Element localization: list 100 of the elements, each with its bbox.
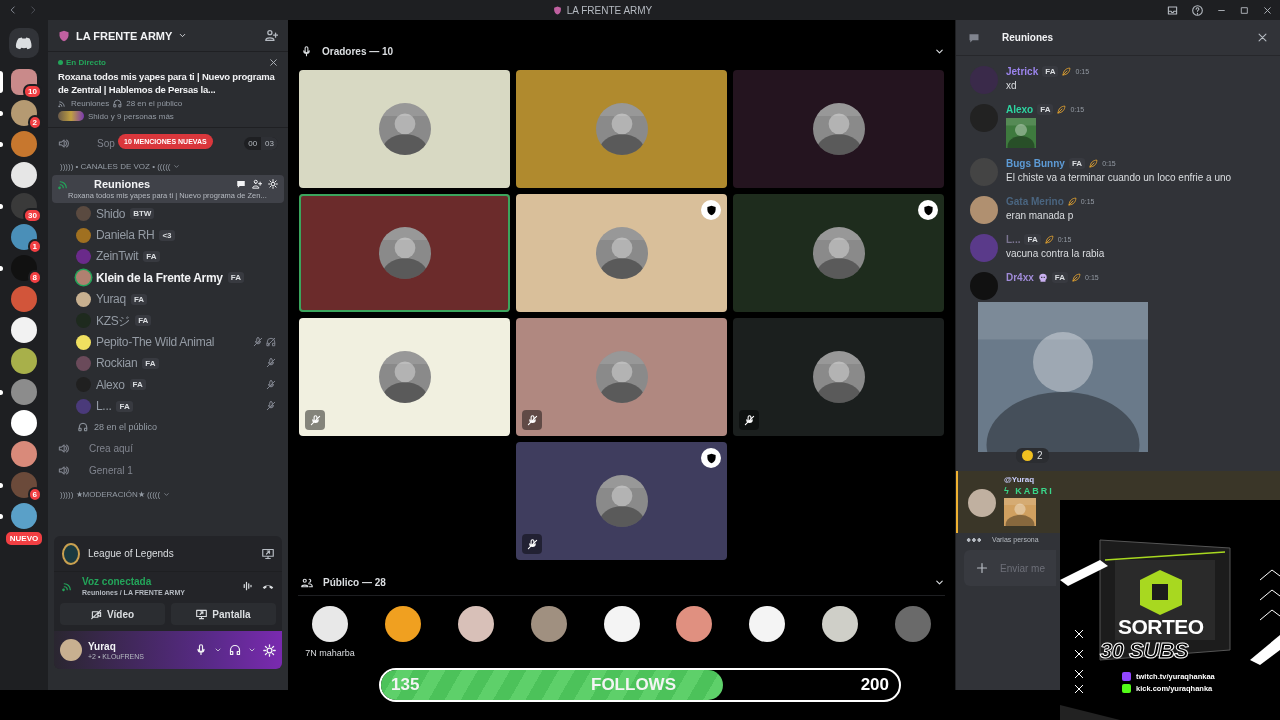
inbox-icon[interactable] — [1167, 4, 1178, 16]
server-icon[interactable] — [11, 348, 37, 374]
chevron-icon[interactable] — [214, 646, 222, 654]
speaker-tile[interactable] — [516, 318, 727, 436]
reaction-button[interactable]: 2 — [1016, 448, 1049, 463]
author-name[interactable]: ϟ KABRI — [1004, 486, 1054, 496]
member-name: Rockian — [96, 356, 138, 371]
speaker-tile[interactable] — [733, 70, 944, 188]
screen-button[interactable]: Pantalla — [171, 603, 276, 625]
avatar[interactable] — [968, 489, 996, 517]
member-row[interactable]: ZeinTwit FA — [48, 245, 288, 268]
settings-icon[interactable] — [263, 643, 276, 657]
member-row[interactable]: Rockian FA — [48, 352, 288, 375]
chevron-icon — [163, 490, 171, 498]
stage-icon — [58, 178, 70, 190]
member-tag: FA — [129, 379, 146, 391]
chevron-icon[interactable] — [934, 577, 945, 588]
avatar[interactable] — [457, 606, 494, 642]
member-row[interactable]: Klein de la Frente Army FA — [48, 267, 288, 289]
member-name: KZSジ — [96, 313, 131, 328]
avatar — [60, 639, 82, 661]
speaker-tile[interactable] — [733, 318, 944, 436]
user-limit: 00 03 — [244, 136, 278, 150]
typing-dots-icon — [966, 537, 982, 542]
member-tag: FA — [130, 293, 148, 305]
member-name: L... — [96, 399, 112, 414]
unread-badge: 30 — [23, 208, 42, 223]
member-row[interactable]: KZSジ FA — [48, 309, 288, 332]
channel-name: Reuniones — [1002, 32, 1054, 43]
user-name: Yuraq — [88, 640, 117, 652]
avatar[interactable] — [603, 606, 640, 642]
headset-icon[interactable] — [229, 644, 241, 656]
member-row[interactable]: Yuraq FA — [48, 288, 288, 310]
member-tag: FA — [142, 357, 159, 369]
voice-channel[interactable]: General 1 — [48, 459, 288, 482]
member-tag: FA — [1024, 234, 1041, 245]
member-row[interactable]: Pepito-The Wild Animal — [48, 331, 288, 353]
back-icon[interactable] — [8, 5, 18, 15]
close-icon[interactable] — [269, 58, 278, 67]
role-icon — [1044, 235, 1054, 244]
speaker-tile[interactable] — [299, 194, 510, 312]
server-icon[interactable] — [11, 472, 37, 498]
reply-mention[interactable]: @Yuraq — [1004, 475, 1054, 484]
server-icon[interactable] — [11, 193, 37, 219]
member-row[interactable]: L... FA — [48, 395, 288, 417]
avatar[interactable] — [676, 606, 713, 642]
add-icon[interactable] — [976, 562, 988, 574]
speaker-tile[interactable] — [299, 318, 510, 436]
close-icon[interactable] — [1257, 32, 1268, 43]
server-icon[interactable] — [11, 441, 37, 467]
server-icon[interactable] — [11, 100, 37, 126]
add-member-icon[interactable] — [265, 29, 278, 42]
author-name[interactable]: Dr4xx — [1006, 272, 1034, 283]
author-name[interactable]: Jetrick — [1006, 66, 1039, 77]
member-row[interactable]: Shido BTW — [48, 203, 288, 225]
speaker-tile[interactable] — [299, 70, 510, 188]
settings-icon[interactable] — [268, 179, 278, 189]
role-icon — [1062, 67, 1072, 76]
close-icon[interactable] — [1263, 5, 1272, 15]
member-row[interactable]: Daniela RH <3 — [48, 224, 288, 246]
chat-icon[interactable] — [236, 179, 246, 189]
kick-icon — [1122, 684, 1131, 693]
avatar[interactable] — [749, 606, 786, 642]
microphone-icon[interactable] — [195, 644, 207, 656]
speaker-icon — [58, 443, 69, 455]
server-icon[interactable] — [11, 255, 37, 281]
avatar[interactable] — [384, 606, 421, 642]
speaker-tile[interactable] — [516, 442, 727, 560]
audience-count: 28 en el público — [94, 422, 158, 433]
headset-icon — [78, 422, 88, 433]
maximize-icon[interactable] — [1240, 5, 1249, 15]
avatar[interactable] — [312, 606, 348, 642]
chevron-icon[interactable] — [248, 646, 256, 654]
server-icon[interactable] — [11, 317, 37, 343]
server-icon[interactable] — [11, 162, 37, 188]
live-label: En Directo — [66, 58, 106, 67]
server-icon[interactable] — [11, 503, 37, 529]
participants-text: Shido y 9 personas más — [88, 111, 174, 121]
speaker-tile[interactable] — [516, 70, 727, 188]
screen-share-icon[interactable] — [262, 547, 274, 560]
server-header[interactable]: LA FRENTE ARMY — [48, 20, 288, 52]
author-name[interactable]: Alexo — [1006, 104, 1034, 115]
avatar[interactable] — [530, 606, 567, 642]
speaker-icon — [58, 465, 69, 477]
video-button[interactable]: Vídeo — [60, 603, 165, 625]
home-button[interactable] — [9, 28, 39, 58]
avatar[interactable] — [822, 606, 859, 642]
member-tag: FA — [116, 400, 133, 412]
speaker-tile[interactable] — [733, 194, 944, 312]
server-icon — [552, 5, 562, 15]
help-icon[interactable] — [1192, 4, 1203, 16]
speaker-tile[interactable] — [516, 194, 727, 312]
voice-channel[interactable]: Crea aquí — [48, 437, 288, 460]
chevron-icon — [178, 31, 188, 40]
server-icon[interactable] — [11, 410, 37, 436]
soundwave-icon[interactable] — [242, 580, 254, 592]
member-row[interactable]: Alexo FA — [48, 374, 288, 396]
author-name[interactable]: Bugs Bunny — [1006, 158, 1065, 169]
message-text: El chiste va a terminar cuando un loco enfrie a uno — [1006, 172, 1232, 183]
member-tag: FA — [1042, 66, 1059, 77]
